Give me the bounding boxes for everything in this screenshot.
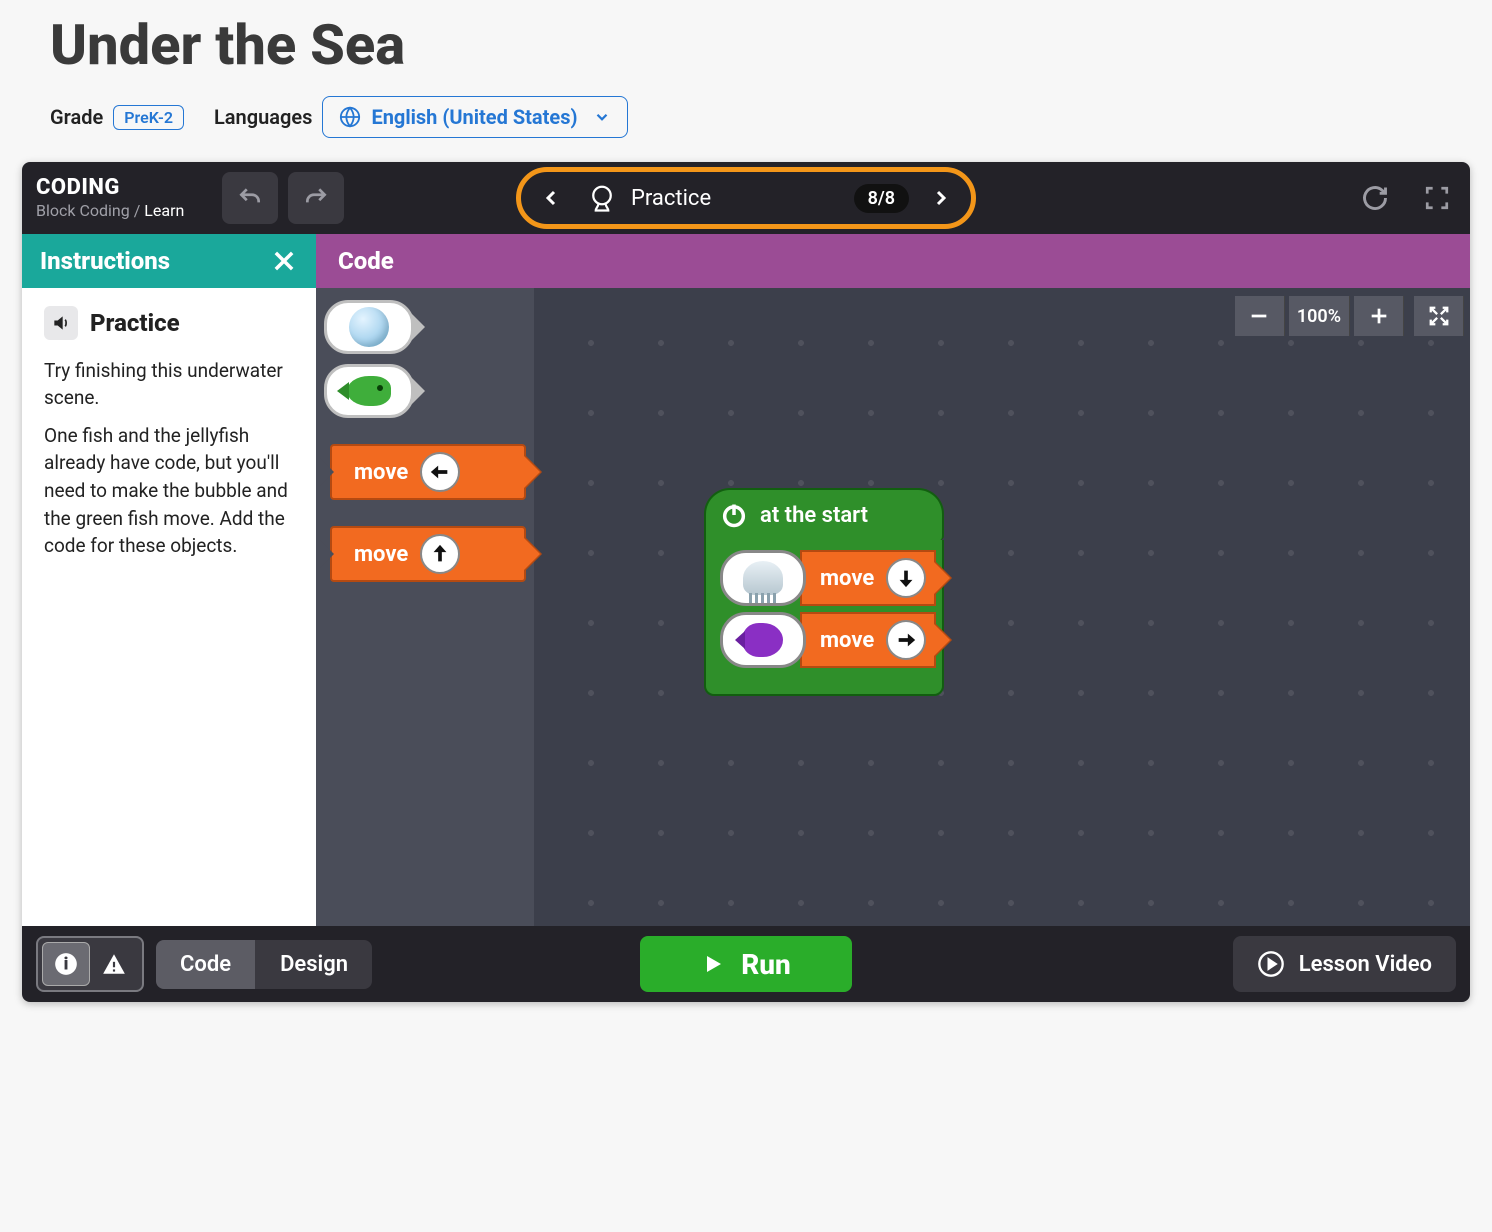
start-label: at the start xyxy=(760,503,868,528)
chevron-left-icon xyxy=(539,186,563,210)
instructions-title: Instructions xyxy=(40,247,170,275)
code-title: Code xyxy=(338,247,394,275)
info-button[interactable]: i xyxy=(42,942,90,986)
mode-code-button[interactable]: Code xyxy=(156,940,256,989)
block-label: move xyxy=(354,460,408,485)
bubble-icon xyxy=(349,307,389,347)
redo-button[interactable] xyxy=(288,172,344,224)
arrow-down-icon xyxy=(886,558,926,598)
instructions-panel: Instructions Practice Try finishing this… xyxy=(22,234,316,926)
step-navigator: Practice 8/8 xyxy=(516,167,976,229)
jellyfish-icon xyxy=(743,561,783,595)
refresh-button[interactable] xyxy=(1356,179,1394,217)
palette-bubble-object[interactable] xyxy=(324,300,414,354)
expand-icon xyxy=(1428,305,1450,327)
palette-move-left-block[interactable]: move xyxy=(330,444,526,500)
zoom-in-button[interactable] xyxy=(1354,296,1404,336)
block-label: move xyxy=(354,542,408,567)
instruction-text-1: Try finishing this underwater scene. xyxy=(44,357,294,412)
language-value: English (United States) xyxy=(371,105,577,129)
mode-toggle: Code Design xyxy=(156,940,372,989)
lesson-video-button[interactable]: Lesson Video xyxy=(1233,936,1456,992)
run-button[interactable]: Run xyxy=(640,936,852,992)
fish-icon xyxy=(347,376,391,406)
code-canvas[interactable]: 100% at the start xyxy=(534,288,1470,926)
close-icon xyxy=(270,247,298,275)
step-label: Practice xyxy=(631,186,711,211)
app-footer: i Code Design Run Lesson Video xyxy=(22,926,1470,1002)
start-block[interactable]: at the start move xyxy=(704,488,944,696)
zoom-out-button[interactable] xyxy=(1235,296,1285,336)
minus-icon xyxy=(1248,305,1270,327)
undo-button[interactable] xyxy=(222,172,278,224)
palette-move-up-block[interactable]: move xyxy=(330,526,526,582)
mode-design-button[interactable]: Design xyxy=(256,940,372,989)
step-counter: 8/8 xyxy=(854,184,909,213)
step-prev-button[interactable] xyxy=(531,178,571,218)
script-row-purple-fish[interactable]: move xyxy=(720,612,936,668)
purple-fish-icon xyxy=(743,623,783,657)
breadcrumb: Block Coding / Learn xyxy=(36,202,206,220)
chevron-right-icon xyxy=(929,186,953,210)
plus-icon xyxy=(1368,305,1390,327)
fullscreen-button[interactable] xyxy=(1418,179,1456,217)
coding-label: CODING xyxy=(36,175,206,200)
arrow-left-icon xyxy=(420,452,460,492)
block-label: move xyxy=(820,628,874,653)
code-panel: Code move xyxy=(316,234,1470,926)
purple-fish-object xyxy=(720,612,806,668)
redo-icon xyxy=(303,185,329,211)
speaker-icon xyxy=(51,313,71,333)
power-icon xyxy=(720,501,748,529)
undo-icon xyxy=(237,185,263,211)
step-title: Practice xyxy=(90,306,180,341)
play-icon xyxy=(701,952,725,976)
globe-icon xyxy=(339,106,361,128)
palette-fish-object[interactable] xyxy=(324,364,414,418)
arrow-right-icon xyxy=(886,620,926,660)
video-icon xyxy=(1257,950,1285,978)
close-instructions-button[interactable] xyxy=(270,247,298,275)
language-select[interactable]: English (United States) xyxy=(322,96,628,138)
page-title: Under the Sea xyxy=(50,12,1492,78)
instruction-text-2: One fish and the jellyfish already have … xyxy=(44,422,294,560)
fullscreen-icon xyxy=(1424,185,1450,211)
info-icon: i xyxy=(53,951,79,977)
app-topbar: CODING Block Coding / Learn Practice 8/8 xyxy=(22,162,1470,234)
svg-text:i: i xyxy=(64,954,69,974)
zoom-level: 100% xyxy=(1289,296,1350,336)
script-row-jellyfish[interactable]: move xyxy=(720,550,936,606)
warning-icon xyxy=(101,951,127,977)
block-label: move xyxy=(820,566,874,591)
head-icon xyxy=(587,183,617,213)
jellyfish-object xyxy=(720,550,806,606)
grade-label: Grade xyxy=(50,105,103,129)
play-audio-button[interactable] xyxy=(44,306,78,340)
refresh-icon xyxy=(1361,184,1389,212)
warning-button[interactable] xyxy=(90,942,138,986)
step-next-button[interactable] xyxy=(921,178,961,218)
chevron-down-icon xyxy=(593,108,611,126)
languages-label: Languages xyxy=(214,105,312,129)
expand-button[interactable] xyxy=(1414,296,1464,336)
arrow-up-icon xyxy=(420,534,460,574)
block-palette: move move xyxy=(316,288,534,926)
canvas-grid xyxy=(534,288,1470,926)
grade-badge: PreK-2 xyxy=(113,105,184,130)
